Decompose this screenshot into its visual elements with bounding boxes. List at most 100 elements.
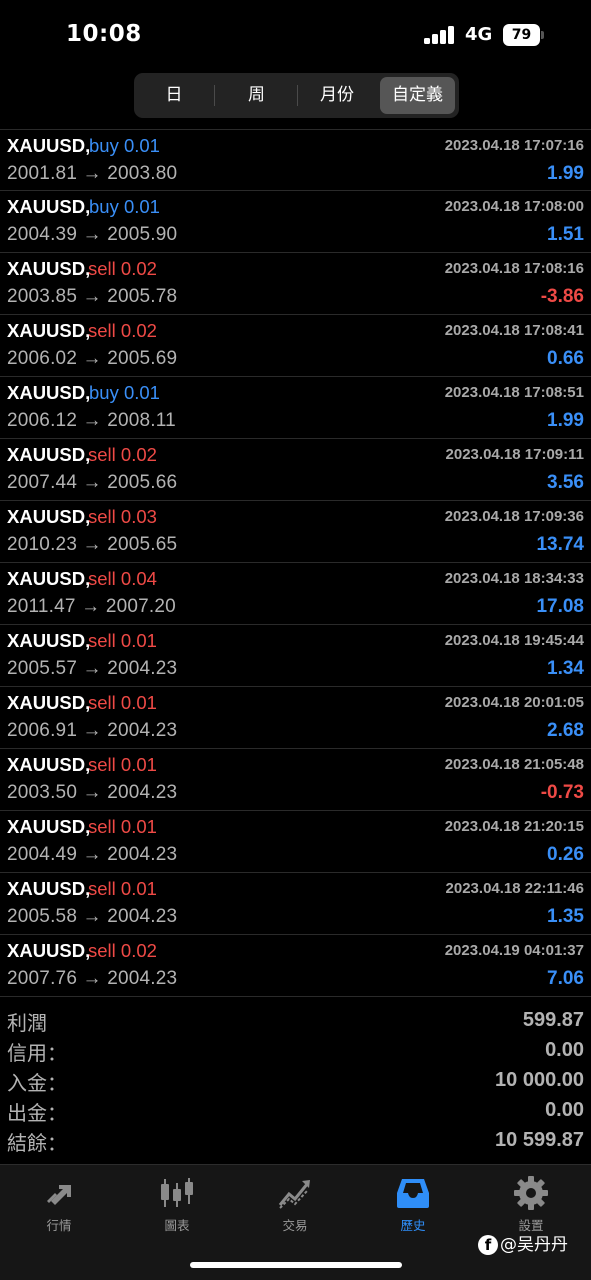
trade-profit: 3.56	[547, 472, 584, 493]
account-summary: 利潤 599.87 信用： 0.00 入金： 10 000.00 出金： 0.00 結餘： 10 …	[0, 1007, 591, 1157]
trade-symbol: XAUUSD,	[7, 444, 91, 465]
gear-icon	[514, 1176, 548, 1210]
trade-profit: -3.86	[540, 286, 584, 307]
summary-label: 入金：	[7, 1071, 67, 1095]
tab-day[interactable]: 日	[138, 77, 210, 114]
facebook-icon: f	[478, 1235, 498, 1255]
trade-profit: 13.74	[536, 534, 584, 555]
segment-divider	[214, 85, 215, 106]
trade-row[interactable]: XAUUSD, sell 0.01 2023.04.18 21:20:15 2004.…	[0, 811, 591, 873]
trade-profit: 0.66	[547, 348, 584, 369]
trade-row[interactable]: XAUUSD, sell 0.03 2023.04.18 17:09:36 2010.…	[0, 501, 591, 563]
trade-datetime: 2023.04.18 21:05:48	[444, 756, 584, 773]
tab-history[interactable]: 歷史	[354, 1165, 472, 1235]
trade-history-list: XAUUSD, buy 0.01 2023.04.18 17:07:16 2001.8…	[0, 129, 591, 997]
network-type: 4G	[465, 24, 493, 45]
trade-symbol: XAUUSD,	[7, 692, 91, 713]
trade-prices: 2003.50 → 2004.23	[7, 782, 178, 803]
trade-row[interactable]: XAUUSD, sell 0.02 2023.04.18 17:09:11 2007.…	[0, 439, 591, 501]
tab-week[interactable]: 周	[218, 77, 295, 114]
trade-prices: 2006.02 → 2005.69	[7, 348, 178, 369]
home-indicator	[190, 1262, 402, 1268]
trade-prices: 2004.49 → 2004.23	[7, 844, 178, 865]
summary-value: 10 599.87	[495, 1129, 584, 1151]
trade-prices: 2001.81 → 2003.80	[7, 163, 178, 184]
tab-custom[interactable]: 自定義	[380, 77, 455, 114]
trade-row[interactable]: XAUUSD, sell 0.01 2023.04.18 19:45:44 2005.…	[0, 625, 591, 687]
summary-row: 利潤 599.87	[0, 1007, 591, 1037]
trade-row[interactable]: XAUUSD, sell 0.02 2023.04.18 17:08:16 2003.…	[0, 253, 591, 315]
trade-symbol: XAUUSD,	[7, 135, 91, 156]
trade-datetime: 2023.04.18 17:09:36	[444, 508, 584, 525]
trade-row[interactable]: XAUUSD, buy 0.01 2023.04.18 17:08:00 2004.3…	[0, 191, 591, 253]
tab-label: 行情	[46, 1218, 72, 1233]
trade-side-lots: sell 0.04	[88, 568, 157, 589]
trade-datetime: 2023.04.18 21:20:15	[444, 818, 584, 835]
tab-quotes[interactable]: 行情	[0, 1165, 118, 1235]
summary-value: 10 000.00	[495, 1069, 584, 1091]
trade-row[interactable]: XAUUSD, sell 0.01 2023.04.18 22:11:46 2005.…	[0, 873, 591, 935]
trade-symbol: XAUUSD,	[7, 878, 91, 899]
trade-row[interactable]: XAUUSD, buy 0.01 2023.04.18 17:08:51 2006.1…	[0, 377, 591, 439]
trade-profit: 2.68	[547, 720, 584, 741]
summary-value: 0.00	[545, 1039, 584, 1061]
trade-datetime: 2023.04.18 18:34:33	[444, 570, 584, 587]
trade-row[interactable]: XAUUSD, sell 0.02 2023.04.19 04:01:37 2007.…	[0, 935, 591, 997]
tab-settings[interactable]: 設置	[472, 1165, 590, 1235]
trade-profit: -0.73	[540, 782, 584, 803]
battery-icon: 79	[503, 24, 540, 46]
history-inbox-icon	[397, 1179, 429, 1208]
trade-prices: 2006.91 → 2004.23	[7, 720, 178, 741]
trade-datetime: 2023.04.18 17:08:51	[444, 384, 584, 401]
trade-prices: 2011.47 → 2007.20	[7, 596, 176, 617]
trade-side-lots: sell 0.01	[88, 816, 157, 837]
trade-side-lots: buy 0.01	[89, 382, 160, 403]
trade-datetime: 2023.04.18 17:09:11	[445, 446, 584, 463]
status-time: 10:08	[66, 21, 142, 47]
trade-symbol: XAUUSD,	[7, 754, 91, 775]
trade-datetime: 2023.04.18 17:08:41	[444, 322, 584, 339]
trade-profit: 1.35	[547, 906, 584, 927]
trade-symbol: XAUUSD,	[7, 630, 91, 651]
trade-symbol: XAUUSD,	[7, 816, 91, 837]
trade-datetime: 2023.04.18 22:11:46	[445, 880, 584, 897]
trade-datetime: 2023.04.18 17:07:16	[444, 137, 584, 154]
trade-prices: 2006.12 → 2008.11	[7, 410, 176, 431]
tab-month[interactable]: 月份	[298, 77, 376, 114]
summary-row: 入金： 10 000.00	[0, 1067, 591, 1097]
summary-label: 利潤	[7, 1011, 47, 1035]
trade-side-lots: sell 0.02	[88, 320, 157, 341]
trade-datetime: 2023.04.18 19:45:44	[444, 632, 584, 649]
summary-row: 出金： 0.00	[0, 1097, 591, 1127]
tab-label: 歷史	[400, 1218, 426, 1233]
trade-prices: 2010.23 → 2005.65	[7, 534, 178, 555]
trade-row[interactable]: XAUUSD, sell 0.01 2023.04.18 20:01:05 2006.…	[0, 687, 591, 749]
trade-symbol: XAUUSD,	[7, 940, 91, 961]
trade-side-lots: sell 0.01	[88, 630, 157, 651]
summary-label: 結餘：	[7, 1131, 67, 1155]
trade-row[interactable]: XAUUSD, sell 0.01 2023.04.18 21:05:48 2003.…	[0, 749, 591, 811]
trade-side-lots: buy 0.01	[89, 135, 160, 156]
signal-strength-icon	[424, 26, 456, 44]
trade-profit: 0.26	[547, 844, 584, 865]
trade-profit: 17.08	[536, 596, 584, 617]
trade-row[interactable]: XAUUSD, sell 0.04 2023.04.18 18:34:33 2011.…	[0, 563, 591, 625]
summary-row: 結餘： 10 599.87	[0, 1127, 591, 1157]
tab-trade[interactable]: 交易	[236, 1165, 354, 1235]
trade-chart-icon	[278, 1180, 310, 1209]
trade-prices: 2004.39 → 2005.90	[7, 224, 178, 245]
trade-side-lots: buy 0.01	[89, 196, 160, 217]
trade-side-lots: sell 0.03	[88, 506, 157, 527]
trade-row[interactable]: XAUUSD, buy 0.01 2023.04.18 17:07:16 2001.8…	[0, 129, 591, 191]
trade-datetime: 2023.04.18 17:08:16	[444, 260, 584, 277]
tab-chart[interactable]: 圖表	[118, 1165, 236, 1235]
trade-prices: 2005.58 → 2004.23	[7, 906, 178, 927]
trade-symbol: XAUUSD,	[7, 320, 91, 341]
trade-prices: 2007.44 → 2005.66	[7, 472, 178, 493]
watermark-text: @吴丹丹	[500, 1235, 568, 1255]
trade-side-lots: sell 0.01	[88, 878, 157, 899]
trade-prices: 2003.85 → 2005.78	[7, 286, 178, 307]
trade-profit: 1.99	[547, 410, 584, 431]
trade-row[interactable]: XAUUSD, sell 0.02 2023.04.18 17:08:41 2006.…	[0, 315, 591, 377]
trade-profit: 7.06	[547, 968, 584, 989]
